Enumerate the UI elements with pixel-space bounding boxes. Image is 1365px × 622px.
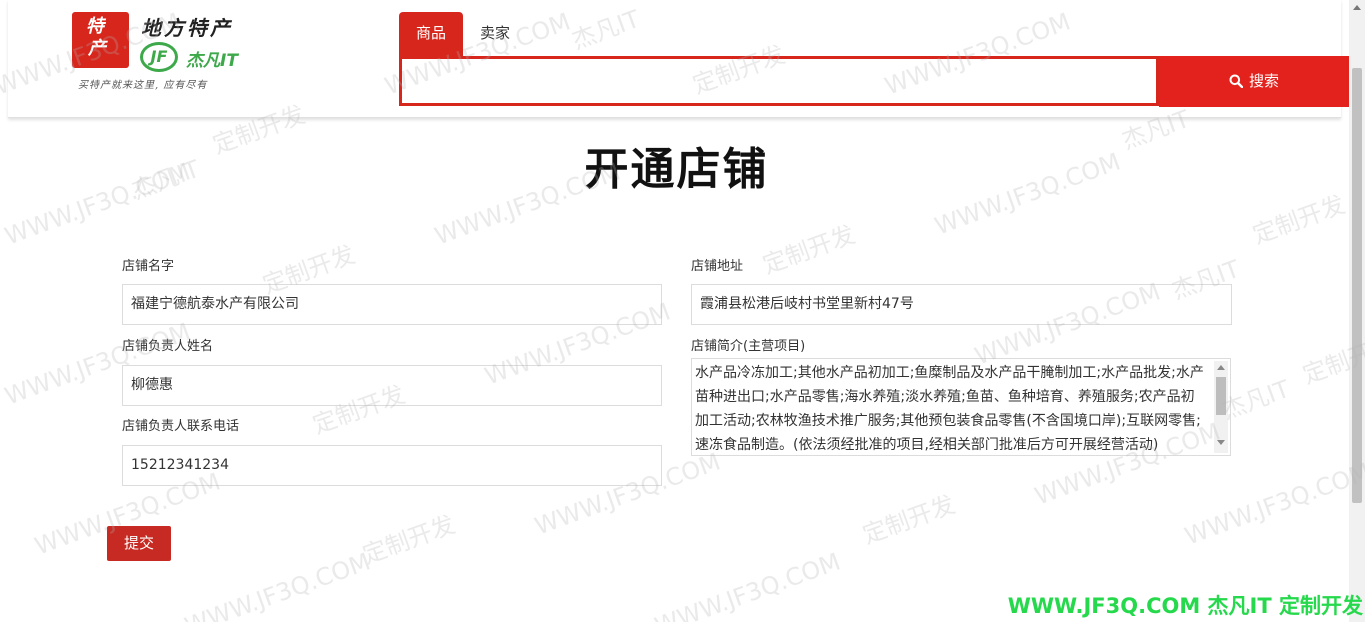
search-icon xyxy=(1229,74,1244,89)
watermark-text: WWW.JF3Q.COM xyxy=(1181,457,1365,551)
watermark-text: 定制开发 xyxy=(758,220,859,280)
textarea-scrollbar[interactable] xyxy=(1214,361,1228,453)
page-scroll-thumb[interactable] xyxy=(1352,68,1362,503)
search-button-label: 搜索 xyxy=(1248,72,1279,90)
shop-intro-text: 水产品冷冻加工;其他水产品初加工;鱼糜制品及水产品干腌制加工;水产品批发;水产苗… xyxy=(695,365,1204,453)
jf-logo-name: 杰凡IT xyxy=(186,51,238,71)
textarea-scroll-thumb[interactable] xyxy=(1216,377,1226,415)
shop-intro-textarea[interactable]: 水产品冷冻加工;其他水产品初加工;鱼糜制品及水产品干腌制加工;水产品批发;水产苗… xyxy=(691,358,1231,456)
search-box xyxy=(399,56,1159,106)
search-button[interactable]: 搜索 xyxy=(1159,56,1349,107)
logo-badge-bottom: 产 xyxy=(88,38,106,59)
logo-badge-top: 特 xyxy=(86,16,104,37)
shop-name-label: 店铺名字 xyxy=(122,259,175,274)
site-logo[interactable]: 特 产 地方特产 JF 杰凡IT 买特产就来这里, 应有尽有 xyxy=(72,12,262,94)
jf-logo-mark: JF xyxy=(140,42,178,72)
tab-sellers[interactable]: 卖家 xyxy=(463,12,527,56)
tab-products[interactable]: 商品 xyxy=(399,12,463,56)
watermark-text: WWW.JF3Q.COM xyxy=(651,547,844,622)
owner-phone-field[interactable]: 15212341234 xyxy=(122,445,662,486)
scroll-up-arrow-icon xyxy=(1217,365,1225,370)
logo-title: 地方特产 xyxy=(141,16,233,40)
page-scroll-up-icon xyxy=(1353,5,1361,10)
search-input[interactable] xyxy=(402,59,1156,103)
logo-slogan: 买特产就来这里, 应有尽有 xyxy=(78,80,208,91)
page-title: 开通店铺 xyxy=(584,144,769,195)
shop-address-label: 店铺地址 xyxy=(691,259,744,274)
search-area: 商品 卖家 搜索 xyxy=(399,12,1349,108)
watermark-banner: WWW.JF3Q.COM 杰凡IT 定制开发 xyxy=(1007,594,1363,618)
shop-intro-label: 店铺简介(主营项目) xyxy=(691,339,806,354)
shop-name-field[interactable]: 福建宁德航泰水产有限公司 xyxy=(122,284,662,325)
owner-name-label: 店铺负责人姓名 xyxy=(122,339,214,354)
logo-badge: 特 产 xyxy=(72,12,129,68)
watermark-text: 定制开发 xyxy=(858,490,959,550)
jf-logo: JF 杰凡IT xyxy=(140,42,252,72)
shop-address-field[interactable]: 霞浦县松港后岐村书堂里新村47号 xyxy=(691,284,1232,325)
owner-phone-label: 店铺负责人联系电话 xyxy=(122,419,240,434)
page-scrollbar[interactable] xyxy=(1349,0,1365,622)
scroll-down-arrow-icon xyxy=(1217,440,1225,445)
owner-name-field[interactable]: 柳德惠 xyxy=(122,365,662,406)
watermark-text: 定制开发 xyxy=(358,510,459,570)
submit-button[interactable]: 提交 xyxy=(107,526,171,561)
watermark-text: WWW.JF3Q.COM xyxy=(181,547,374,622)
site-header: 特 产 地方特产 JF 杰凡IT 买特产就来这里, 应有尽有 商品 卖家 搜索 xyxy=(8,0,1349,118)
